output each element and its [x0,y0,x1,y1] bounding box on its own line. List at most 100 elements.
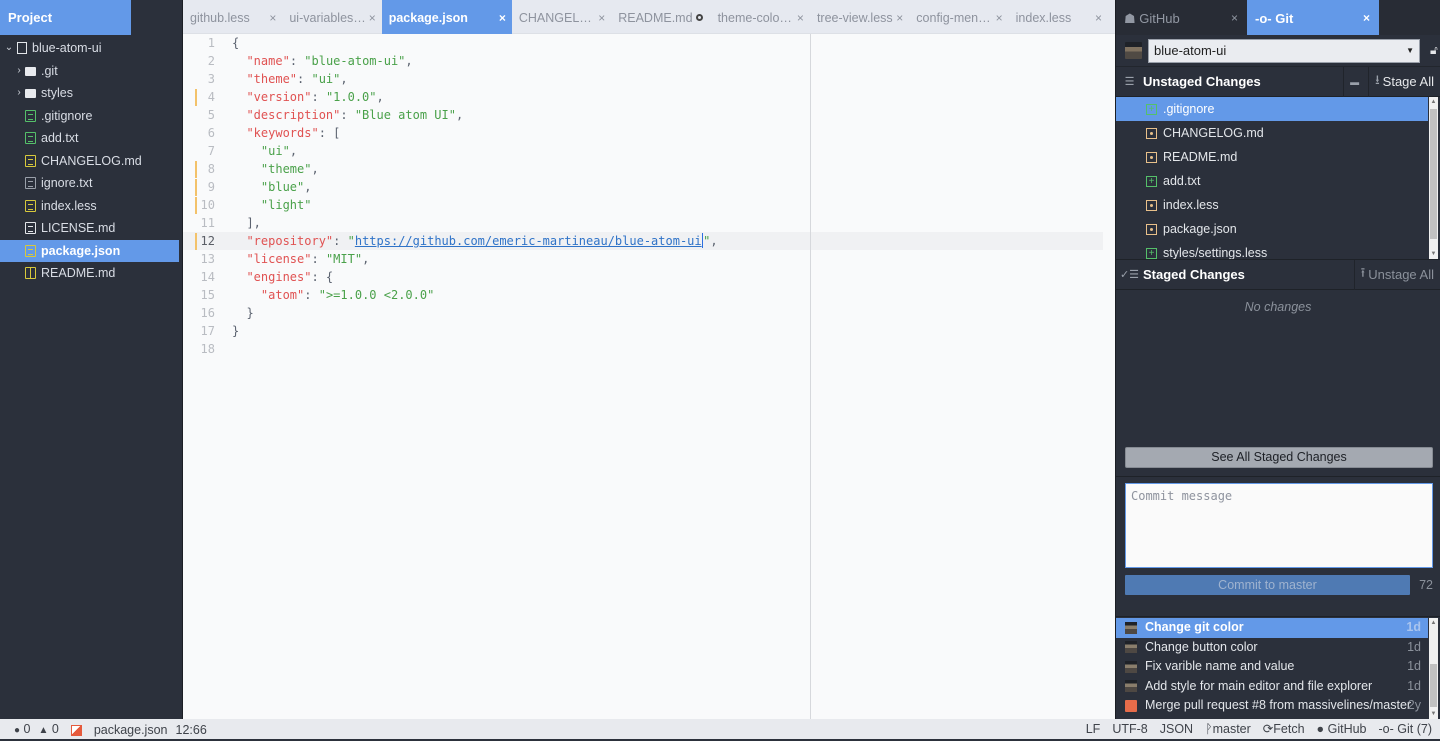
tree-item[interactable]: README.md [0,262,182,285]
tree-item-label: CHANGELOG.md [41,153,142,168]
token: "repository" [246,234,334,248]
scroll-up-icon[interactable]: ▲ [1429,618,1438,628]
commit-item[interactable]: Add style for main editor and file explo… [1116,677,1428,697]
stage-all-button[interactable]: ⭳ Stage All [1368,66,1440,97]
scrollbar[interactable]: ▲ ▼ [1429,97,1438,259]
encoding[interactable]: UTF-8 [1112,719,1147,739]
tab-github[interactable]: ☗ GitHub × [1116,0,1247,35]
code-line: 2 "name": "blue-atom-ui", [183,52,1115,70]
line-ending[interactable]: LF [1086,719,1101,739]
tab-git[interactable]: -o- Git × [1247,0,1379,35]
tab-theme-colo-[interactable]: theme-colo… × [711,0,810,34]
tab-changel-[interactable]: CHANGEL… × [512,0,611,34]
tree-item[interactable]: › styles [0,82,182,105]
tree-item[interactable]: add.txt [0,127,182,150]
cursor-position[interactable]: 12:66 [176,720,207,740]
unstaged-file[interactable]: package.json [1116,217,1428,241]
close-icon[interactable]: × [797,0,804,34]
tab-ui-variables-[interactable]: ui-variables… × [282,0,381,34]
status-file[interactable]: package.json [94,720,168,740]
tree-root[interactable]: ⌄ blue-atom-ui [0,37,182,60]
commit-item[interactable]: Change git color 1d [1116,618,1428,638]
close-icon[interactable]: × [1231,0,1238,37]
tab-index-less[interactable]: index.less × [1009,0,1108,34]
commit-item[interactable]: Fix varible name and value 1d [1116,657,1428,677]
checklist-icon: ✓☰ [1119,269,1140,281]
git-commit-icon: -o- [1255,11,1276,26]
commit-button[interactable]: Commit to master [1125,575,1410,595]
commit-message-input[interactable]: Commit message [1125,483,1433,568]
tree-view-title[interactable]: Project [0,0,131,35]
close-icon[interactable]: × [896,0,903,34]
tree-item[interactable]: › .git [0,60,182,83]
author-avatar [1125,641,1137,654]
commit-message: Merge pull request #8 from massivelines/… [1145,698,1412,712]
grammar[interactable]: JSON [1160,719,1193,739]
scroll-down-icon[interactable]: ▼ [1429,709,1438,719]
tab-package-json[interactable]: package.json × [381,0,512,34]
line-number: 10 [200,198,215,212]
tree-item[interactable]: index.less [0,195,182,218]
unstaged-file[interactable]: + styles/settings.less [1116,241,1428,259]
scroll-down-icon[interactable]: ▼ [1429,249,1438,259]
unstaged-file[interactable]: + .gitignore [1116,97,1428,121]
line-text: } [215,304,253,322]
url-link[interactable]: https://github.com/emeric-martineau/blue… [355,234,702,248]
recent-commits: Change git color 1d Change button color 1d F… [1116,618,1440,719]
unstaged-file[interactable]: + add.txt [1116,169,1428,193]
tab-readme-md[interactable]: README.md [611,0,710,34]
author-avatar [1125,699,1137,712]
unstage-all-button[interactable]: ⭱ Unstage All [1353,259,1440,290]
commit-item[interactable]: Change button color 1d [1116,638,1428,658]
repo-select[interactable]: blue-atom-ui ▼ [1148,38,1420,63]
branch[interactable]: ᚹmaster [1205,719,1251,739]
token: "atom" [260,288,305,302]
line-number: 5 [207,108,215,122]
close-icon[interactable]: × [499,0,506,34]
close-icon[interactable]: × [1363,0,1370,37]
github-button[interactable]: ● GitHub [1317,719,1367,739]
line-number: 1 [207,36,215,50]
close-icon[interactable]: × [269,0,276,34]
tree-item-label: add.txt [41,131,79,145]
scroll-up-icon[interactable]: ▲ [1429,97,1438,107]
tab-github-less[interactable]: github.less × [183,0,282,34]
token: , [311,162,319,176]
unstaged-file[interactable]: README.md [1116,145,1428,169]
token: : [297,72,312,86]
unlock-icon[interactable]: 🔓︎ [1430,43,1438,58]
commit-item[interactable]: Merge pull request #8 from massivelines/… [1116,696,1428,716]
file-modified-icon [1146,127,1157,139]
unstaged-file[interactable]: index.less [1116,193,1428,217]
line-text: ], [215,214,260,232]
linter-icon[interactable] [70,724,82,736]
line-text: "name": "blue-atom-ui", [215,52,412,70]
git-button[interactable]: -o- Git (7) [1379,719,1433,739]
close-icon[interactable]: × [1095,0,1102,34]
tab-tree-view-less[interactable]: tree-view.less × [810,0,909,34]
tab-config-men-[interactable]: config-men… × [909,0,1008,34]
tree-item[interactable]: LICENSE.md [0,217,182,240]
close-icon[interactable]: × [369,0,376,34]
fetch-button[interactable]: ⟳Fetch [1263,719,1305,739]
lint-warnings[interactable]: ▲ 0 [38,719,58,741]
git-modified-marker [195,233,197,250]
token: "theme" [260,162,312,176]
collapse-button[interactable]: ▬ [1343,66,1368,97]
lint-errors[interactable]: ● 0 [14,719,30,741]
close-icon[interactable]: × [598,0,605,34]
tree-item[interactable]: ignore.txt [0,172,182,195]
line-number: 15 [200,288,215,302]
close-icon[interactable]: × [996,0,1003,34]
tree-item[interactable]: .gitignore [0,105,182,128]
scrollbar[interactable]: ▲ ▼ [1429,618,1438,719]
tree-item[interactable]: CHANGELOG.md [0,150,182,173]
commit-message: Change git color [1145,620,1244,634]
tree-item[interactable]: package.json [0,239,179,262]
unstaged-file[interactable]: CHANGELOG.md [1116,121,1428,145]
code-editor[interactable]: 1{2 "name": "blue-atom-ui", 3 "theme": "u… [183,34,1115,719]
token: : { [311,270,334,284]
see-all-staged-button[interactable]: See All Staged Changes [1125,447,1433,468]
token: "description" [246,108,341,122]
